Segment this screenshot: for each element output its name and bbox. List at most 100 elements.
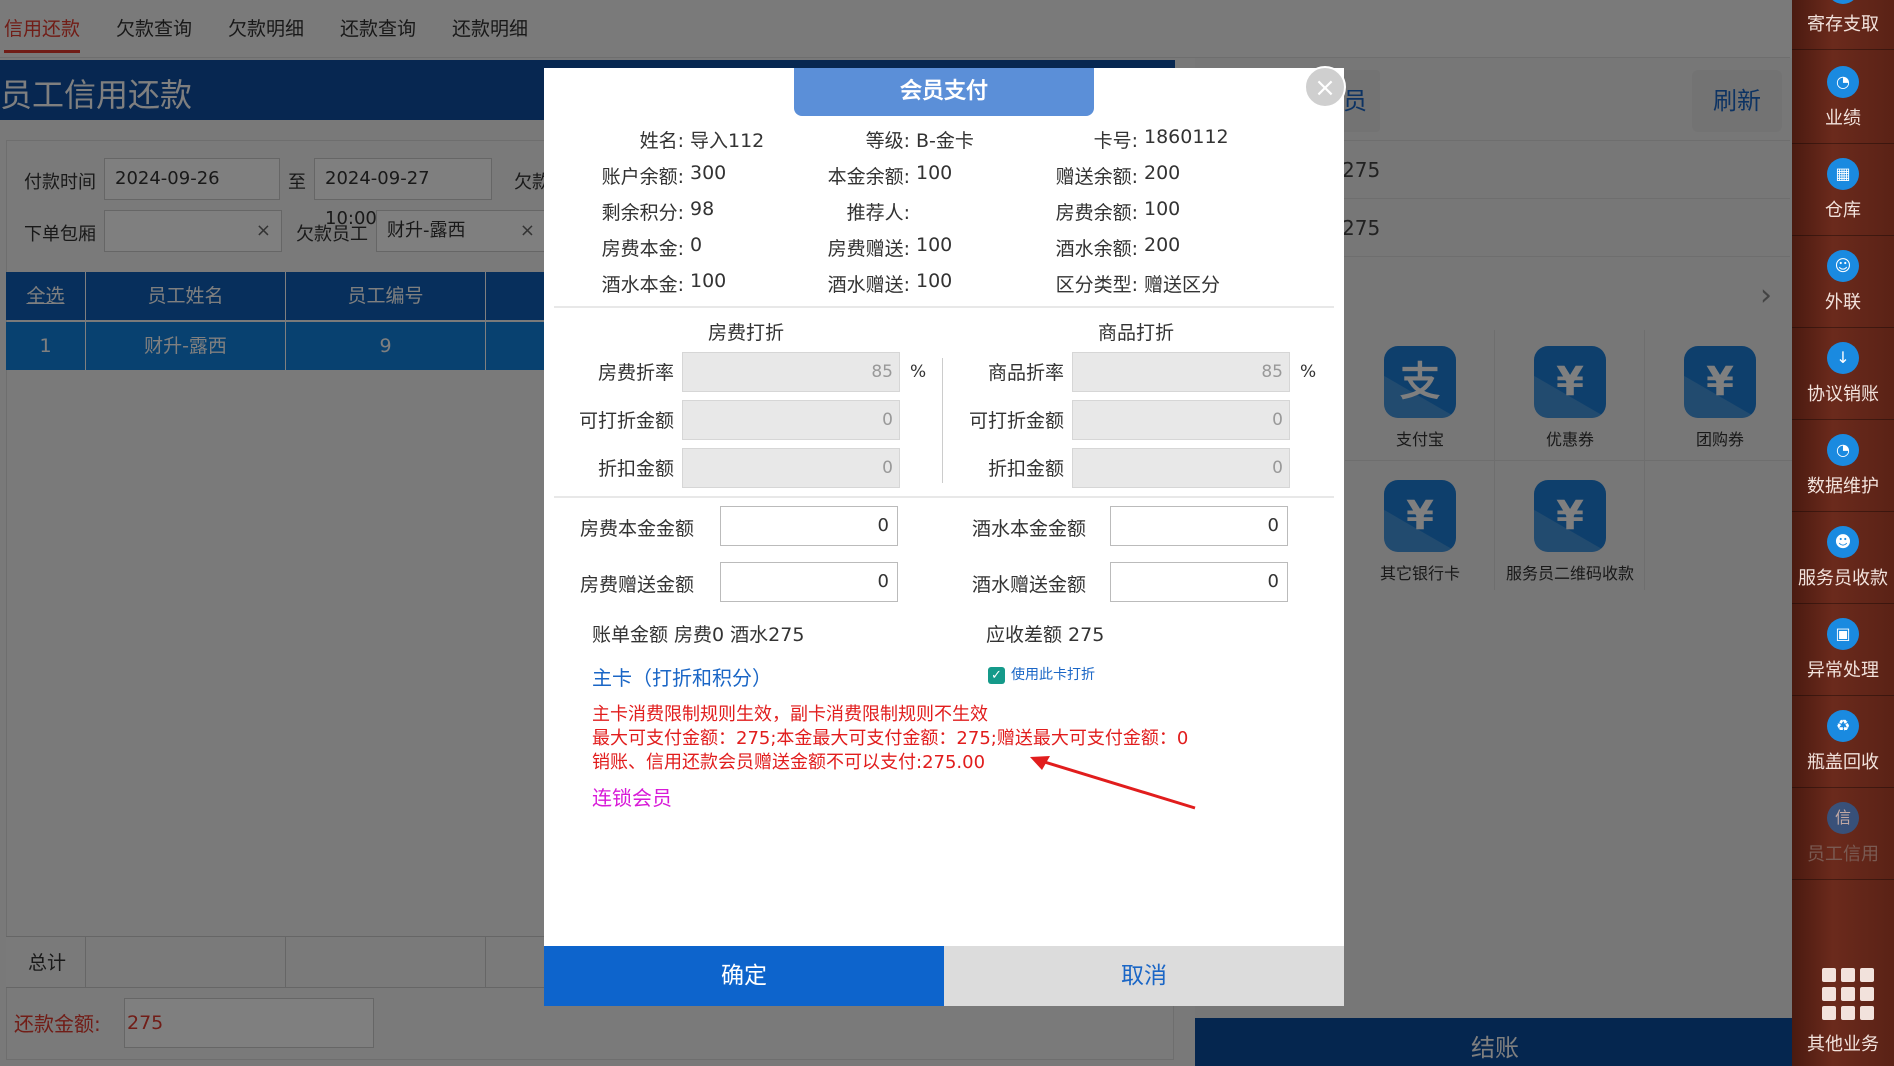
goods-rate-input: 85 bbox=[1072, 352, 1290, 392]
info-value: 300 bbox=[690, 162, 727, 184]
goods-discount-input: 0 bbox=[1072, 448, 1290, 488]
sidebar-item-cap-recycle[interactable]: ♻ 瓶盖回收 bbox=[1792, 698, 1894, 788]
room-discount-input: 0 bbox=[682, 448, 900, 488]
pie-chart-icon: ◔ bbox=[1827, 434, 1859, 466]
sidebar-item-outreach[interactable]: ☺ 外联 bbox=[1792, 238, 1894, 328]
room-principal-label: 房费本金金额 bbox=[579, 518, 694, 540]
info-label: 本金余额: bbox=[827, 166, 910, 188]
room-gift-input[interactable]: 0 bbox=[720, 562, 898, 602]
info-label: 房费本金: bbox=[601, 238, 684, 260]
info-label: 房费余额: bbox=[1055, 202, 1138, 224]
divider bbox=[554, 306, 1334, 308]
info-label: 剩余积分: bbox=[601, 202, 684, 224]
info-value: 赠送区分 bbox=[1144, 274, 1221, 296]
info-value: 1860112 bbox=[1144, 126, 1229, 148]
info-value: B-金卡 bbox=[916, 130, 974, 152]
room-rate-input: 85 bbox=[682, 352, 900, 392]
member-pay-dialog: 会员支付 × 姓名: 导入112 等级: B-金卡 卡号: 1860112 账户… bbox=[544, 66, 1346, 1006]
sidebar-item-label: 外联 bbox=[1825, 292, 1861, 313]
sidebar-item-label: 仓库 bbox=[1825, 200, 1861, 221]
sidebar: ● 寄存支取 ◔ 业绩 ▦ 仓库 ☺ 外联 ↓ 协议销账 ◔ 数据维护 ☻ 服务… bbox=[1792, 0, 1894, 1066]
room-discountable-input: 0 bbox=[682, 400, 900, 440]
divider bbox=[554, 496, 1334, 498]
sidebar-item-performance[interactable]: ◔ 业绩 bbox=[1792, 54, 1894, 144]
sidebar-more[interactable]: 其他业务 bbox=[1792, 1030, 1894, 1066]
sidebar-item-data[interactable]: ◔ 数据维护 bbox=[1792, 422, 1894, 512]
check-icon: ✓ bbox=[988, 666, 1005, 684]
sidebar-item-label: 员工信用 bbox=[1807, 844, 1879, 865]
receivable-diff: 应收差额 275 bbox=[986, 624, 1105, 646]
annotation-arrow-icon bbox=[1030, 756, 1196, 810]
notice-max-pay: 最大可支付金额：275;本金最大可支付金额：275;赠送最大可支付金额：0 bbox=[592, 728, 1189, 749]
sidebar-item-staff-credit[interactable]: 信 员工信用 bbox=[1792, 790, 1894, 880]
info-value: 100 bbox=[1144, 198, 1181, 220]
confirm-button[interactable]: 确定 bbox=[544, 946, 944, 1006]
sidebar-item-waiter-pay[interactable]: ☻ 服务员收款 bbox=[1792, 514, 1894, 604]
sidebar-item-label: 数据维护 bbox=[1807, 476, 1879, 497]
info-label: 等级: bbox=[865, 130, 910, 152]
percent-sign: % bbox=[910, 362, 927, 382]
sidebar-item-agreement[interactable]: ↓ 协议销账 bbox=[1792, 330, 1894, 420]
goods-discountable-input: 0 bbox=[1072, 400, 1290, 440]
deposit-icon: ● bbox=[1827, 0, 1859, 4]
close-icon[interactable]: × bbox=[1304, 66, 1346, 108]
box-icon: ▣ bbox=[1827, 618, 1859, 650]
info-value: 100 bbox=[916, 234, 953, 256]
warehouse-icon: ▦ bbox=[1827, 158, 1859, 190]
info-value: 导入112 bbox=[690, 130, 765, 152]
dialog-title: 会员支付 bbox=[794, 68, 1094, 116]
room-rate-label: 房费折率 bbox=[597, 362, 674, 384]
goods-discount-label: 折扣金额 bbox=[987, 458, 1064, 480]
drink-principal-input[interactable]: 0 bbox=[1110, 506, 1288, 546]
info-label: 酒水余额: bbox=[1055, 238, 1138, 260]
sidebar-item-label: 服务员收款 bbox=[1798, 568, 1888, 589]
info-value: 200 bbox=[1144, 234, 1181, 256]
sidebar-item-exception[interactable]: ▣ 异常处理 bbox=[1792, 606, 1894, 696]
room-gift-label: 房费赠送金额 bbox=[579, 574, 694, 596]
sidebar-item-deposit[interactable]: ● 寄存支取 bbox=[1792, 0, 1894, 50]
info-label: 姓名: bbox=[639, 130, 684, 152]
info-label: 推荐人: bbox=[846, 202, 910, 224]
use-card-discount-checkbox[interactable]: ✓ 使用此卡打折 bbox=[988, 664, 1095, 684]
info-value: 100 bbox=[690, 270, 727, 292]
info-label: 房费赠送: bbox=[827, 238, 910, 260]
info-label: 赠送余额: bbox=[1055, 166, 1138, 188]
main-card-link[interactable]: 主卡（打折和积分） bbox=[592, 662, 772, 691]
room-discount-heading: 房费打折 bbox=[708, 322, 785, 344]
goods-discount-heading: 商品打折 bbox=[1098, 322, 1175, 344]
sidebar-item-label: 寄存支取 bbox=[1807, 14, 1879, 35]
room-principal-input[interactable]: 0 bbox=[720, 506, 898, 546]
drink-principal-label: 酒水本金金额 bbox=[971, 518, 1086, 540]
room-discount-label: 折扣金额 bbox=[597, 458, 674, 480]
drink-gift-input[interactable]: 0 bbox=[1110, 562, 1288, 602]
recycle-icon: ♻ bbox=[1827, 710, 1859, 742]
cancel-button[interactable]: 取消 bbox=[944, 946, 1344, 1006]
apps-grid-icon[interactable] bbox=[1822, 968, 1874, 1020]
credit-icon: 信 bbox=[1827, 802, 1859, 834]
percent-sign: % bbox=[1300, 362, 1317, 382]
user-icon: ☺ bbox=[1827, 250, 1859, 282]
info-label: 账户余额: bbox=[601, 166, 684, 188]
notice-gift-restriction: 销账、信用还款会员赠送金额不可以支付:275.00 bbox=[592, 752, 986, 773]
person-icon: ☻ bbox=[1827, 526, 1859, 558]
sidebar-item-label: 协议销账 bbox=[1807, 384, 1879, 405]
sidebar-item-warehouse[interactable]: ▦ 仓库 bbox=[1792, 146, 1894, 236]
goods-discountable-label: 可打折金额 bbox=[968, 410, 1064, 432]
chain-member-link[interactable]: 连锁会员 bbox=[592, 782, 672, 811]
sidebar-item-label: 异常处理 bbox=[1807, 660, 1879, 681]
sidebar-item-label: 其他业务 bbox=[1807, 1034, 1879, 1055]
info-value: 100 bbox=[916, 270, 953, 292]
bill-amount: 账单金额 房费0 酒水275 bbox=[592, 624, 805, 646]
drink-gift-label: 酒水赠送金额 bbox=[971, 574, 1086, 596]
info-label: 卡号: bbox=[1093, 130, 1138, 152]
use-card-discount-label: 使用此卡打折 bbox=[1011, 667, 1095, 683]
info-value: 98 bbox=[690, 198, 715, 220]
goods-rate-label: 商品折率 bbox=[987, 362, 1064, 384]
info-value: 0 bbox=[690, 234, 703, 256]
download-icon: ↓ bbox=[1827, 342, 1859, 374]
info-value: 200 bbox=[1144, 162, 1181, 184]
info-label: 酒水赠送: bbox=[827, 274, 910, 296]
sidebar-item-label: 瓶盖回收 bbox=[1807, 752, 1879, 773]
info-label: 区分类型: bbox=[1055, 274, 1138, 296]
notice-rule: 主卡消费限制规则生效，副卡消费限制规则不生效 bbox=[592, 704, 988, 725]
